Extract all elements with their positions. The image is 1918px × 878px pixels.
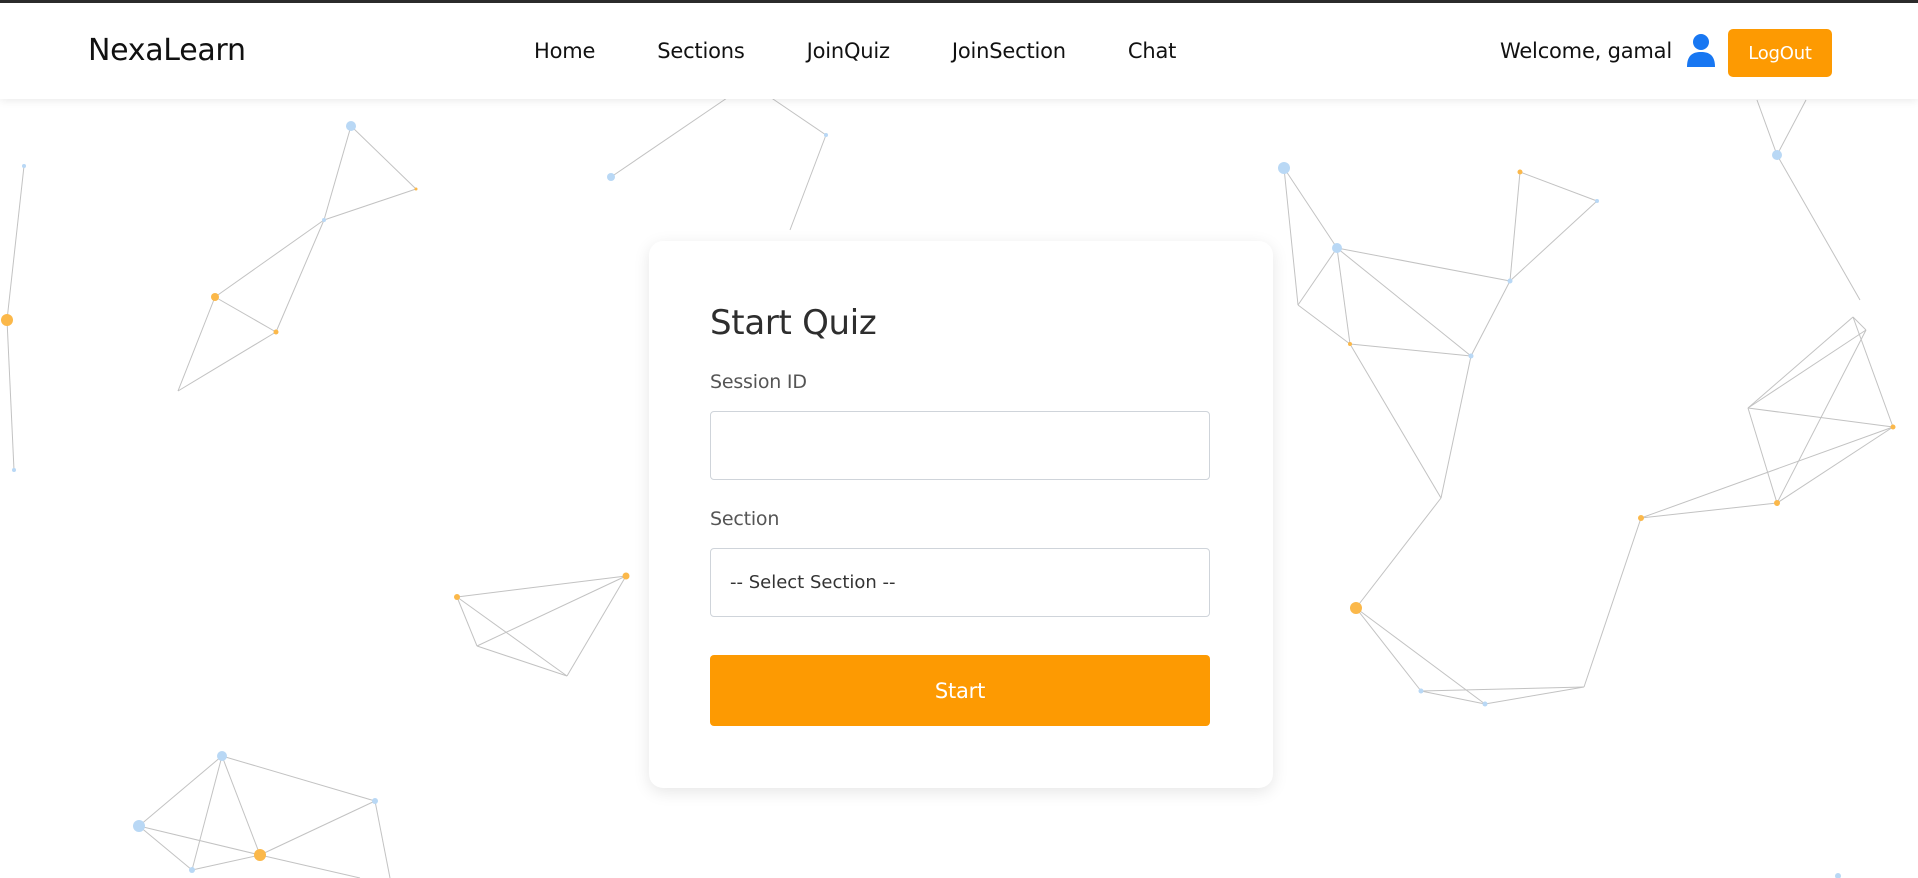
nav-sections[interactable]: Sections [657, 39, 745, 63]
section-select-value: -- Select Section -- [730, 572, 896, 593]
brand-logo[interactable]: NexaLearn [88, 33, 246, 68]
section-select[interactable]: -- Select Section -- [710, 548, 1210, 617]
nav-home[interactable]: Home [534, 39, 595, 63]
session-id-label: Session ID [710, 371, 807, 393]
section-label: Section [710, 508, 780, 530]
nav-chat[interactable]: Chat [1128, 39, 1176, 63]
nav-joinquiz[interactable]: JoinQuiz [807, 39, 890, 63]
main-nav: Home Sections JoinQuiz JoinSection Chat [534, 39, 1176, 63]
start-button[interactable]: Start [710, 655, 1210, 726]
welcome-text: Welcome, gamal [1500, 39, 1672, 63]
top-navbar: NexaLearn Home Sections JoinQuiz JoinSec… [0, 0, 1918, 99]
session-id-input[interactable] [710, 411, 1210, 480]
page-title: Start Quiz [710, 303, 877, 343]
nav-joinsection[interactable]: JoinSection [952, 39, 1066, 63]
start-quiz-card: Start Quiz Session ID Section -- Select … [649, 241, 1273, 788]
logout-button[interactable]: LogOut [1728, 29, 1832, 77]
user-icon[interactable] [1687, 33, 1715, 67]
